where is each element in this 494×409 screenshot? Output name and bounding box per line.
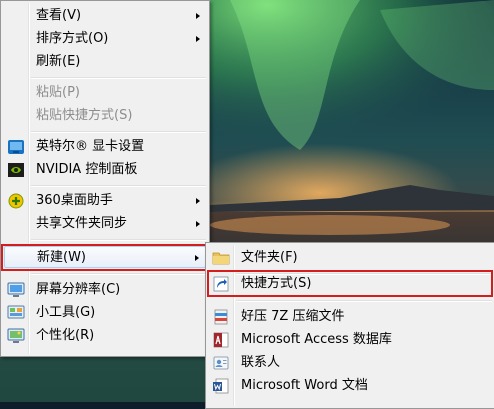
menu-item-label: 360桌面助手 [36,193,113,208]
menu-item-view[interactable]: 查看(V) [4,5,206,27]
folder-icon [212,252,230,265]
menu-item-screen-resolution[interactable]: 屏幕分辨率(C) [4,279,206,301]
menu-item-label: Microsoft Access 数据库 [241,332,392,347]
menu-item-label: 刷新(E) [36,54,81,69]
menu-item-label: 文件夹(F) [241,250,298,265]
menu-item-refresh[interactable]: 刷新(E) [4,51,206,73]
submenu-arrow-icon [196,198,200,204]
intel-graphics-icon [8,140,24,154]
menu-item-paste[interactable]: 粘贴(P) [4,82,206,104]
new-submenu: 文件夹(F) 快捷方式(S) 好压 7Z 压缩文件 Microsoft Acce… [205,242,494,409]
submenu-arrow-icon [196,221,200,227]
menu-item-label: 查看(V) [36,8,82,23]
menu-separator [31,131,206,133]
desktop-context-menu: 查看(V) 排序方式(O) 刷新(E) 粘贴(P) 粘贴快捷方式(S) 英特尔®… [0,0,210,357]
menu-item-sort-by[interactable]: 排序方式(O) [4,28,206,50]
menu-item-label: 共享文件夹同步 [36,216,128,231]
menu-item-label: 好压 7Z 压缩文件 [241,309,345,324]
submenu-item-haozip-7z[interactable]: 好压 7Z 压缩文件 [209,306,492,328]
gadgets-icon [7,305,25,319]
360-helper-icon [8,193,24,209]
new-item-highlight-box [1,244,208,271]
word-document-icon [213,378,229,394]
menu-item-label: 粘贴(P) [36,85,80,100]
menu-item-personalize[interactable]: 个性化(R) [4,325,206,347]
personalize-icon [7,328,25,343]
access-database-icon [213,332,229,348]
submenu-arrow-icon [196,36,200,42]
menu-separator [31,239,206,241]
menu-item-gadgets[interactable]: 小工具(G) [4,302,206,324]
submenu-item-contact[interactable]: 联系人 [209,352,492,374]
menu-item-paste-shortcut[interactable]: 粘贴快捷方式(S) [4,105,206,127]
menu-item-shared-folder-sync[interactable]: 共享文件夹同步 [4,213,206,235]
menu-item-label: 屏幕分辨率(C) [36,282,121,297]
nvidia-icon [8,163,24,177]
submenu-item-access-database[interactable]: Microsoft Access 数据库 [209,329,492,351]
menu-item-intel-graphics[interactable]: 英特尔® 显卡设置 [4,136,206,158]
menu-item-nvidia-control-panel[interactable]: NVIDIA 控制面板 [4,159,206,181]
contact-card-icon [213,356,229,370]
menu-separator [236,300,492,302]
menu-separator [31,77,206,79]
menu-separator [31,273,206,275]
menu-item-label: 小工具(G) [36,305,96,320]
screen-resolution-icon [7,282,25,297]
menu-item-label: 英特尔® 显卡设置 [36,139,145,154]
haozip-archive-icon [214,309,228,325]
menu-item-label: NVIDIA 控制面板 [36,162,138,177]
menu-item-label: 排序方式(O) [36,31,109,46]
shortcut-item-highlight-box [207,270,493,297]
menu-separator [31,185,206,187]
submenu-arrow-icon [196,13,200,19]
submenu-item-folder[interactable]: 文件夹(F) [209,247,492,269]
submenu-item-word-document[interactable]: Microsoft Word 文档 [209,375,492,397]
menu-item-label: 联系人 [241,355,281,370]
menu-item-360-desktop-helper[interactable]: 360桌面助手 [4,190,206,212]
menu-item-label: 个性化(R) [36,328,95,343]
menu-item-label: 粘贴快捷方式(S) [36,108,133,123]
menu-item-label: Microsoft Word 文档 [241,378,368,393]
